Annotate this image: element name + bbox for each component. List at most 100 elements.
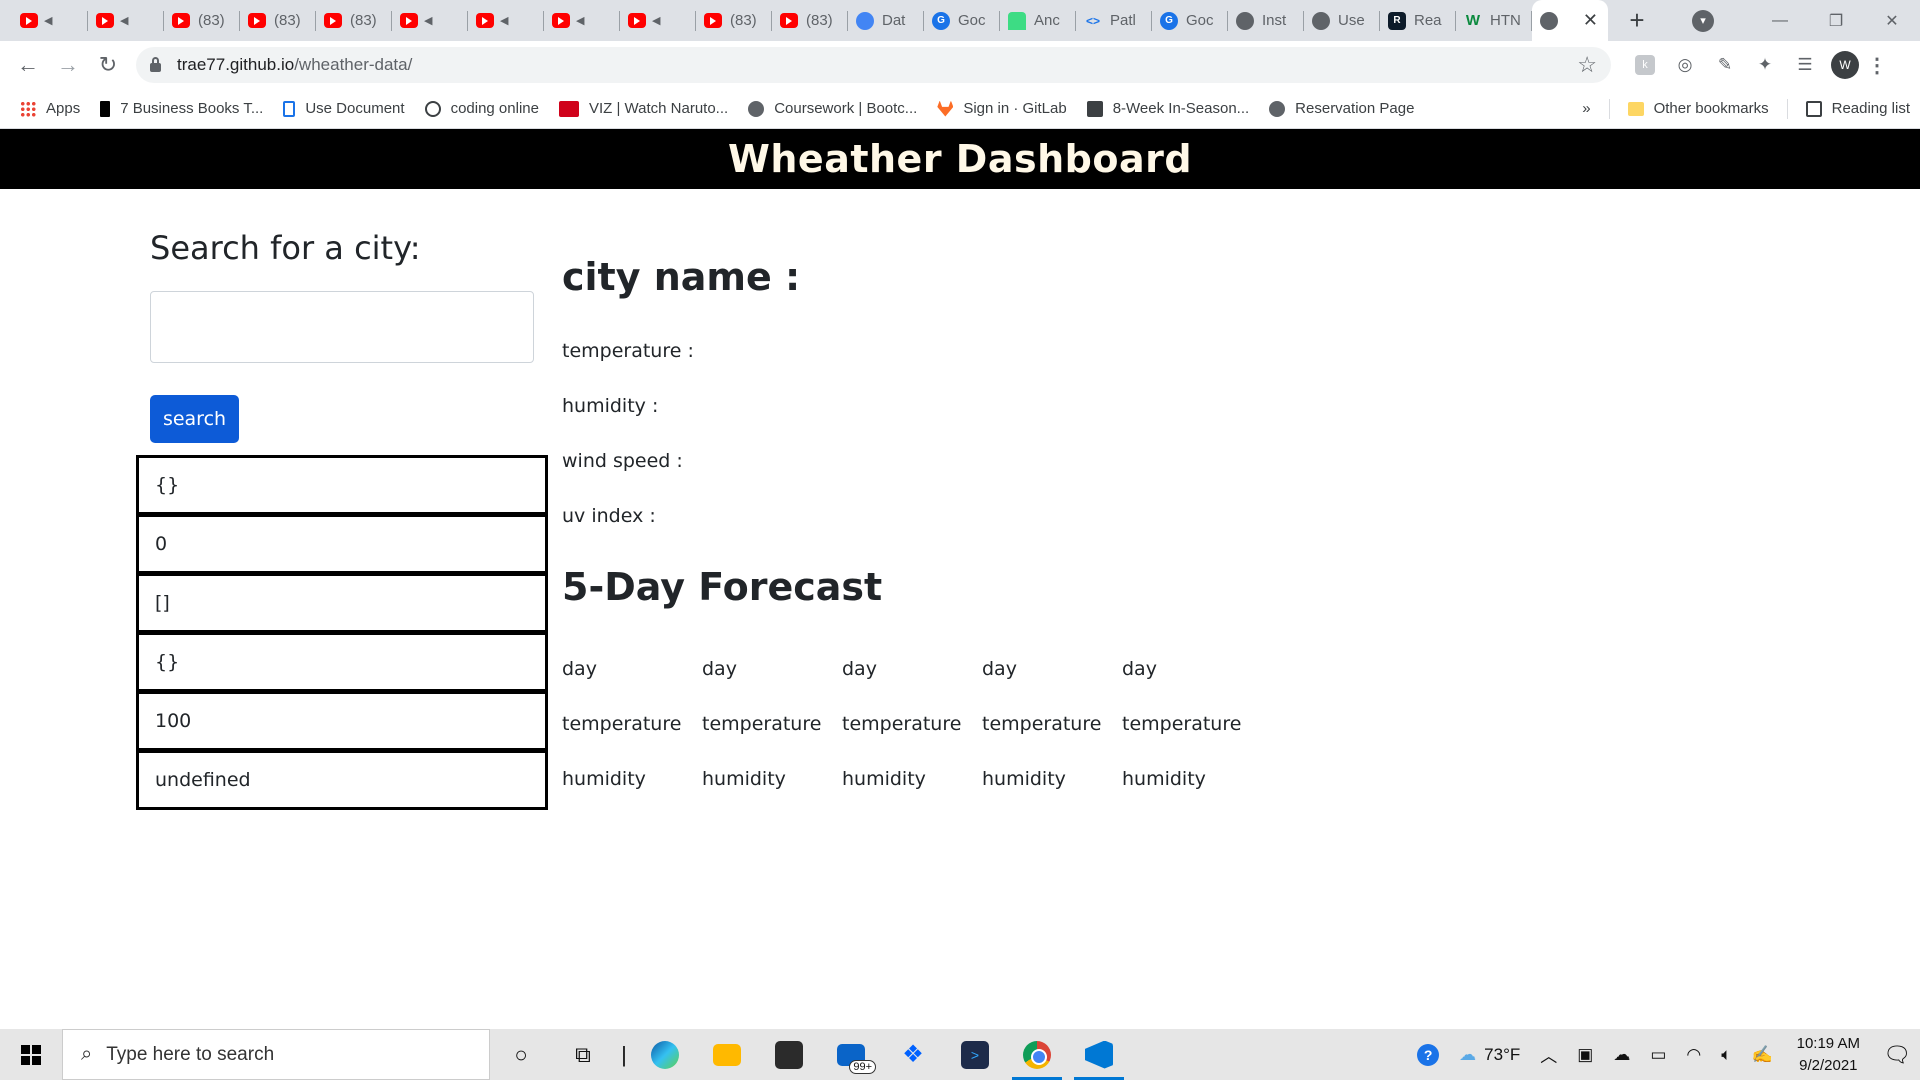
bookmark-item[interactable]: 8-Week In-Season... [1077, 100, 1259, 117]
browser-tab[interactable]: Dat [848, 0, 924, 41]
new-tab-button[interactable]: + [1622, 5, 1652, 36]
browser-tab[interactable]: ◀ [544, 0, 620, 41]
forecast-humidity: humidity [1122, 767, 1206, 790]
history-item[interactable]: {} [136, 632, 548, 692]
weather-temperature: 73°F [1484, 1044, 1521, 1064]
help-icon[interactable]: ? [1407, 1043, 1449, 1066]
browser-tab[interactable]: (83) [316, 0, 392, 41]
wifi-icon[interactable]: ◠ [1676, 1045, 1711, 1065]
browser-tab[interactable]: ◀ [88, 0, 164, 41]
browser-tab[interactable]: G Goc [1152, 0, 1228, 41]
bookmark-item[interactable]: Sign in · GitLab [927, 100, 1076, 117]
powershell-icon[interactable]: > [944, 1029, 1006, 1080]
globe-icon [1540, 11, 1558, 30]
browser-tab[interactable]: G Goc [924, 0, 1000, 41]
taskbar-clock[interactable]: 10:19 AM 9/2/2021 [1783, 1033, 1874, 1077]
bookmark-item[interactable]: VIZ | Watch Naruto... [549, 100, 738, 117]
muted-speaker-icon[interactable]: ◀ [424, 14, 432, 27]
history-item[interactable]: 100 [136, 691, 548, 751]
bookmark-item[interactable]: Coursework | Bootc... [738, 100, 927, 117]
bookmark-star-icon[interactable]: ☆ [1577, 52, 1597, 78]
extension-circle-icon[interactable]: ◎ [1665, 55, 1705, 75]
tab-search-icon[interactable]: ▾ [1692, 9, 1714, 32]
bookmark-item[interactable]: Use Document [273, 100, 414, 117]
forward-arrow-icon[interactable]: → [48, 52, 88, 78]
youtube-icon [552, 13, 570, 28]
history-item[interactable]: [] [136, 573, 548, 633]
taskbar-search-box[interactable]: ⌕ Type here to search [62, 1029, 490, 1080]
close-window-button[interactable]: ✕ [1864, 11, 1920, 31]
browser-tab[interactable]: ◀ [12, 0, 88, 41]
search-button[interactable]: search [150, 395, 239, 443]
restore-button[interactable]: ❐ [1808, 11, 1864, 31]
browser-tab[interactable]: Use [1304, 0, 1380, 41]
bookmarks-overflow-button[interactable]: » [1572, 100, 1600, 117]
back-arrow-icon[interactable]: ← [8, 52, 48, 78]
muted-speaker-icon[interactable]: ◀ [652, 14, 660, 27]
history-item[interactable]: {} [136, 455, 548, 515]
history-item[interactable]: undefined [136, 750, 548, 810]
other-bookmarks[interactable]: Other bookmarks [1618, 100, 1779, 117]
menu-kebab-icon[interactable]: ⋮ [1859, 53, 1895, 78]
browser-tab[interactable]: Inst [1228, 0, 1304, 41]
dropbox-icon[interactable]: ❖ [882, 1029, 944, 1080]
extensions-puzzle-icon[interactable]: ✦ [1745, 55, 1785, 75]
battery-icon[interactable]: ▭ [1640, 1045, 1676, 1065]
notifications-icon[interactable]: 🗨︎ [1874, 1042, 1920, 1068]
browser-tab[interactable]: (83) [772, 0, 848, 41]
task-view-icon[interactable]: ⧉ [552, 1029, 614, 1080]
browser-tab[interactable]: <> Patl [1076, 0, 1152, 41]
address-bar[interactable]: trae77.github.io/wheather-data/ ☆ [136, 47, 1611, 83]
reload-icon[interactable]: ↻ [88, 52, 128, 78]
meet-now-icon[interactable]: ▣ [1567, 1045, 1603, 1065]
tab-title: Goc [958, 12, 986, 29]
bookmark-item[interactable]: 7 Business Books T... [90, 100, 273, 117]
pen-icon[interactable]: ✍ [1741, 1045, 1782, 1065]
browser-tab[interactable]: (83) [164, 0, 240, 41]
cortana-icon[interactable]: ○ [490, 1029, 552, 1080]
close-tab-icon[interactable]: ✕ [1583, 10, 1598, 31]
store-icon[interactable] [758, 1029, 820, 1080]
chrome-icon[interactable] [1006, 1029, 1068, 1080]
bookmark-item[interactable]: Apps [10, 100, 90, 117]
reading-list[interactable]: Reading list [1796, 100, 1920, 117]
tab-title: HTN [1490, 12, 1521, 29]
file-explorer-icon[interactable] [696, 1029, 758, 1080]
vscode-icon[interactable] [1068, 1029, 1130, 1080]
bookmark-item[interactable]: coding online [415, 100, 549, 117]
doc-icon [283, 100, 296, 117]
edge-icon[interactable] [634, 1029, 696, 1080]
muted-speaker-icon[interactable]: ◀ [576, 14, 584, 27]
weather-widget[interactable]: ☁ 73°F [1449, 1045, 1530, 1065]
browser-tab[interactable]: (83) [240, 0, 316, 41]
show-hidden-icons-chevron-icon[interactable]: ︿ [1530, 1042, 1567, 1067]
browser-tab[interactable]: Anc [1000, 0, 1076, 41]
browser-tab[interactable]: ◀ [620, 0, 696, 41]
taskbar-search-placeholder: Type here to search [106, 1043, 275, 1065]
mail-icon[interactable]: 99+ [820, 1029, 882, 1080]
browser-tab[interactable]: W HTN [1456, 0, 1532, 41]
volume-icon[interactable]: 🔈︎ [1711, 1045, 1741, 1065]
url-path: /wheather-data/ [294, 55, 413, 74]
active-browser-tab[interactable]: ✕ [1532, 0, 1608, 41]
start-button[interactable] [0, 1044, 62, 1065]
google-icon: G [1160, 11, 1178, 30]
city-search-input[interactable] [150, 291, 534, 363]
muted-speaker-icon[interactable]: ◀ [120, 14, 128, 27]
muted-speaker-icon[interactable]: ◀ [44, 14, 52, 27]
bookmark-item[interactable]: Reservation Page [1259, 100, 1424, 117]
lock-icon[interactable] [150, 56, 161, 72]
browser-tab[interactable]: R Rea [1380, 0, 1456, 41]
history-item[interactable]: 0 [136, 514, 548, 574]
extension-pen-icon[interactable]: ✎ [1705, 55, 1745, 75]
browser-tab[interactable]: ◀ [468, 0, 544, 41]
muted-speaker-icon[interactable]: ◀ [500, 14, 508, 27]
media-control-icon[interactable]: ☰ [1785, 55, 1825, 75]
minimize-button[interactable]: — [1752, 12, 1808, 30]
profile-avatar[interactable]: W [1831, 51, 1859, 79]
browser-tab[interactable]: (83) [696, 0, 772, 41]
extension-icon[interactable]: k [1635, 55, 1655, 75]
browser-tab[interactable]: ◀ [392, 0, 468, 41]
youtube-icon [96, 13, 114, 28]
onedrive-icon[interactable]: ☁ [1603, 1045, 1640, 1065]
